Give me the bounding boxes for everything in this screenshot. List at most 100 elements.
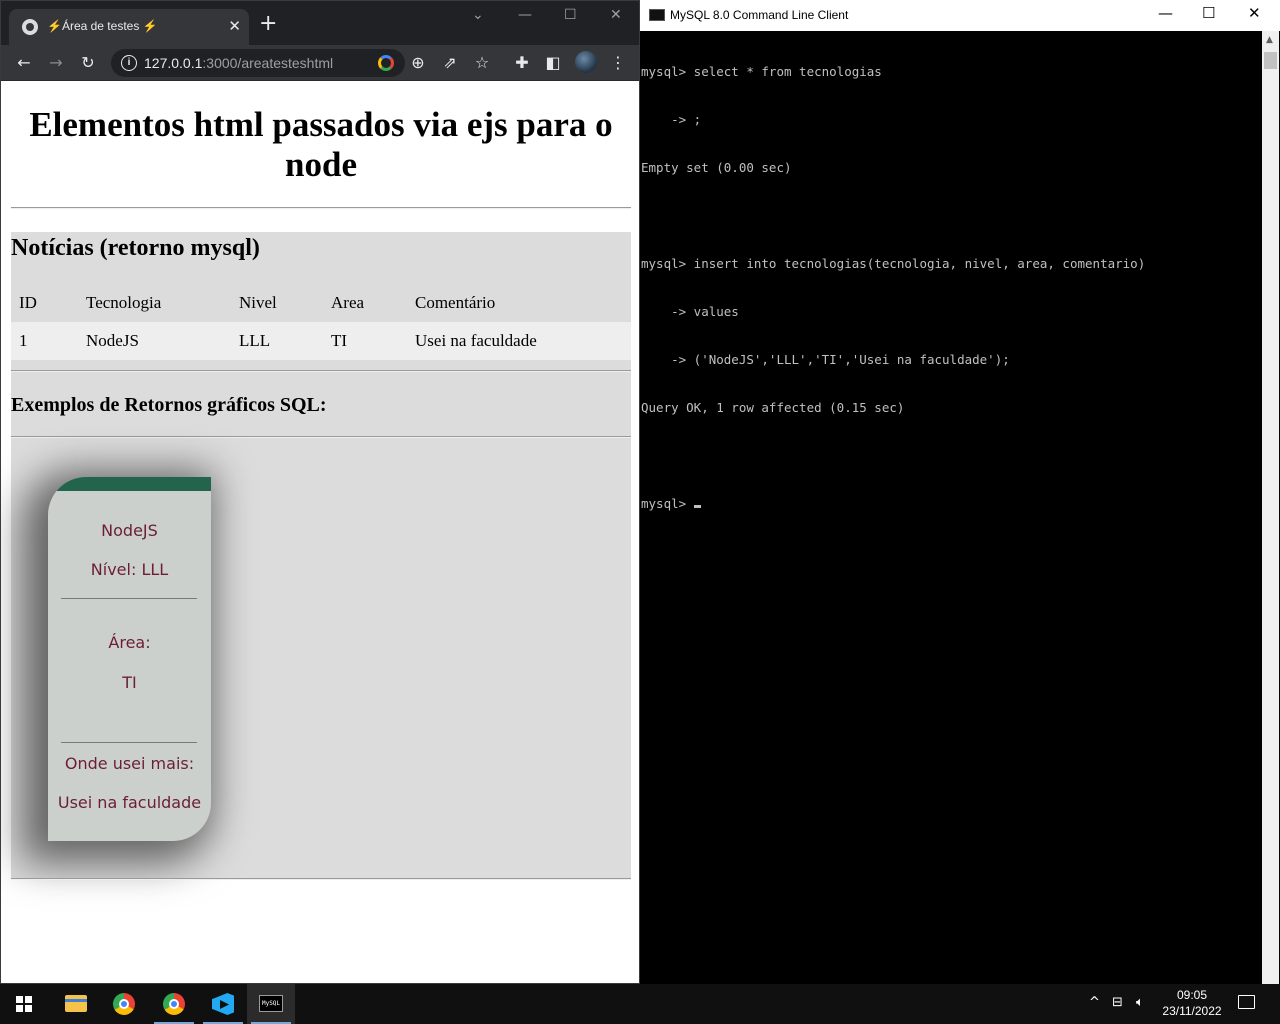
table-header-row: ID Tecnologia Nivel Area Comentário bbox=[11, 284, 631, 322]
card-where-label: Onde usei mais: bbox=[64, 754, 195, 773]
examples-title: Exemplos de Retornos gráficos SQL: bbox=[11, 394, 327, 416]
maximize-icon[interactable]: ☐ bbox=[1202, 4, 1215, 22]
system-clock[interactable]: 09:05 23/11/2022 bbox=[1156, 987, 1228, 1019]
tech-card: NodeJS Nível: LLL Área: TI Onde usei mai… bbox=[48, 477, 211, 841]
card-level: Nível: LLL bbox=[90, 560, 169, 579]
clock-date: 23/11/2022 bbox=[1162, 1004, 1222, 1018]
console-line: -> ('NodeJS','LLL','TI','Usei na faculda… bbox=[641, 352, 1010, 367]
taskbar-file-explorer[interactable] bbox=[51, 984, 99, 1024]
folder-icon bbox=[65, 995, 87, 1012]
forward-icon[interactable]: → bbox=[45, 52, 67, 74]
console-output[interactable]: mysql> select * from tecnologias -> ; Em… bbox=[641, 32, 1261, 982]
cell-id: 1 bbox=[11, 322, 78, 360]
card-divider bbox=[61, 742, 197, 743]
google-lens-icon[interactable] bbox=[378, 55, 394, 71]
text-cursor bbox=[693, 505, 701, 508]
chrome-window: ⚡Área de testes ⚡ ✕ + ⌄ — ☐ ✕ ← → ↻ i 12… bbox=[0, 0, 640, 984]
share-icon[interactable]: ⇗ bbox=[439, 52, 461, 74]
card-divider bbox=[61, 598, 197, 599]
col-header-id: ID bbox=[19, 293, 37, 312]
browser-tab[interactable]: ⚡Área de testes ⚡ ✕ bbox=[9, 9, 249, 45]
news-title: Notícias (retorno mysql) bbox=[11, 235, 260, 261]
scroll-up-icon[interactable]: ▲ bbox=[1266, 35, 1273, 45]
notification-center-icon[interactable] bbox=[1238, 995, 1255, 1009]
card-area-value: TI bbox=[122, 673, 137, 692]
network-icon[interactable]: ⊟ bbox=[1112, 995, 1123, 1010]
taskbar-chrome-profile[interactable] bbox=[150, 984, 198, 1024]
menu-kebab-icon[interactable]: ⋮ bbox=[607, 52, 629, 74]
mysql-console-icon: MySQL bbox=[259, 995, 283, 1012]
console-line: mysql> insert into tecnologias(tecnologi… bbox=[641, 256, 1146, 271]
reload-icon[interactable]: ↻ bbox=[77, 52, 99, 74]
card-where-value: Usei na faculdade bbox=[57, 793, 202, 812]
cell-area: TI bbox=[323, 322, 407, 360]
close-window-icon[interactable]: ✕ bbox=[1248, 4, 1261, 22]
page-title: Elementos html passados via ejs para o n… bbox=[29, 105, 613, 184]
console-icon bbox=[649, 9, 665, 21]
chrome-icon bbox=[163, 993, 185, 1015]
globe-icon bbox=[22, 19, 38, 35]
vscode-icon bbox=[212, 993, 234, 1015]
col-header-comentario: Comentário bbox=[415, 293, 496, 312]
mysql-window-title: MySQL 8.0 Command Line Client bbox=[670, 8, 849, 22]
taskbar-chrome[interactable] bbox=[100, 984, 148, 1024]
side-panel-icon[interactable]: ◧ bbox=[542, 52, 564, 74]
col-header-tecnologia: Tecnologia bbox=[86, 293, 162, 312]
url-text: 127.0.0.1:3000/areatesteshtml bbox=[144, 55, 334, 71]
web-page: Elementos html passados via ejs para o n… bbox=[1, 81, 639, 983]
divider bbox=[11, 370, 631, 372]
mysql-console-window: MySQL 8.0 Command Line Client — ☐ ✕ mysq… bbox=[640, 0, 1280, 984]
windows-logo-icon bbox=[16, 996, 32, 1012]
table-row: 1 NodeJS LLL TI Usei na faculdade bbox=[11, 322, 631, 360]
cell-nivel: LLL bbox=[231, 322, 323, 360]
console-line: Empty set (0.00 sec) bbox=[641, 160, 792, 175]
minimize-icon[interactable]: — bbox=[518, 7, 532, 23]
scrollbar-thumb[interactable] bbox=[1264, 52, 1277, 69]
cell-comentario: Usei na faculdade bbox=[407, 322, 631, 360]
start-button[interactable] bbox=[0, 984, 48, 1024]
console-line: -> values bbox=[641, 304, 739, 319]
mysql-title-bar: MySQL 8.0 Command Line Client — ☐ ✕ bbox=[640, 0, 1280, 31]
news-section: Notícias (retorno mysql) ID Tecnologia N… bbox=[11, 232, 631, 880]
divider bbox=[11, 878, 631, 880]
console-line: Query OK, 1 row affected (0.15 sec) bbox=[641, 400, 905, 415]
minimize-icon[interactable]: — bbox=[1158, 4, 1173, 22]
console-prompt-line[interactable]: mysql> bbox=[641, 496, 1261, 512]
back-icon[interactable]: ← bbox=[13, 52, 35, 74]
col-header-area: Area bbox=[331, 293, 365, 312]
extensions-icon[interactable]: ✚ bbox=[511, 52, 533, 74]
card-tech: NodeJS bbox=[101, 521, 158, 540]
vertical-scrollbar[interactable]: ▲ bbox=[1262, 31, 1279, 984]
divider bbox=[11, 207, 631, 209]
card-accent bbox=[48, 477, 211, 491]
taskbar-mysql[interactable]: MySQL bbox=[247, 984, 295, 1024]
maximize-icon[interactable]: ☐ bbox=[564, 7, 577, 23]
site-info-icon[interactable]: i bbox=[121, 55, 137, 71]
bookmark-star-icon[interactable]: ☆ bbox=[471, 52, 493, 74]
tab-title: ⚡Área de testes ⚡ bbox=[47, 19, 158, 33]
tab-search-icon[interactable]: ⌄ bbox=[472, 7, 484, 23]
console-line: mysql> select * from tecnologias bbox=[641, 64, 882, 79]
show-hidden-icons-icon[interactable]: ^ bbox=[1089, 995, 1100, 1010]
divider bbox=[11, 436, 631, 438]
col-header-nivel: Nivel bbox=[239, 293, 277, 312]
close-window-icon[interactable]: ✕ bbox=[610, 7, 622, 23]
clock-time: 09:05 bbox=[1176, 988, 1208, 1002]
tecnologias-table: ID Tecnologia Nivel Area Comentário 1 No… bbox=[11, 284, 631, 360]
tab-strip: ⚡Área de testes ⚡ ✕ + ⌄ — ☐ ✕ bbox=[1, 1, 639, 45]
browser-toolbar: ← → ↻ i 127.0.0.1:3000/areatesteshtml ⊕ … bbox=[1, 45, 639, 81]
profile-avatar[interactable] bbox=[575, 51, 597, 73]
zoom-icon[interactable]: ⊕ bbox=[407, 52, 429, 74]
tab-close-icon[interactable]: ✕ bbox=[228, 17, 241, 35]
chrome-icon bbox=[113, 993, 135, 1015]
address-bar[interactable]: i 127.0.0.1:3000/areatesteshtml bbox=[111, 49, 405, 77]
cell-tecnologia: NodeJS bbox=[78, 322, 231, 360]
taskbar: MySQL ^ ⊟ 🔈︎ 09:05 23/11/2022 bbox=[0, 984, 1280, 1024]
taskbar-vscode[interactable] bbox=[199, 984, 247, 1024]
console-prompt: mysql> bbox=[641, 496, 694, 511]
volume-icon[interactable]: 🔈︎ bbox=[1136, 995, 1144, 1010]
new-tab-button[interactable]: + bbox=[259, 13, 277, 35]
card-area-label: Área: bbox=[108, 633, 151, 652]
